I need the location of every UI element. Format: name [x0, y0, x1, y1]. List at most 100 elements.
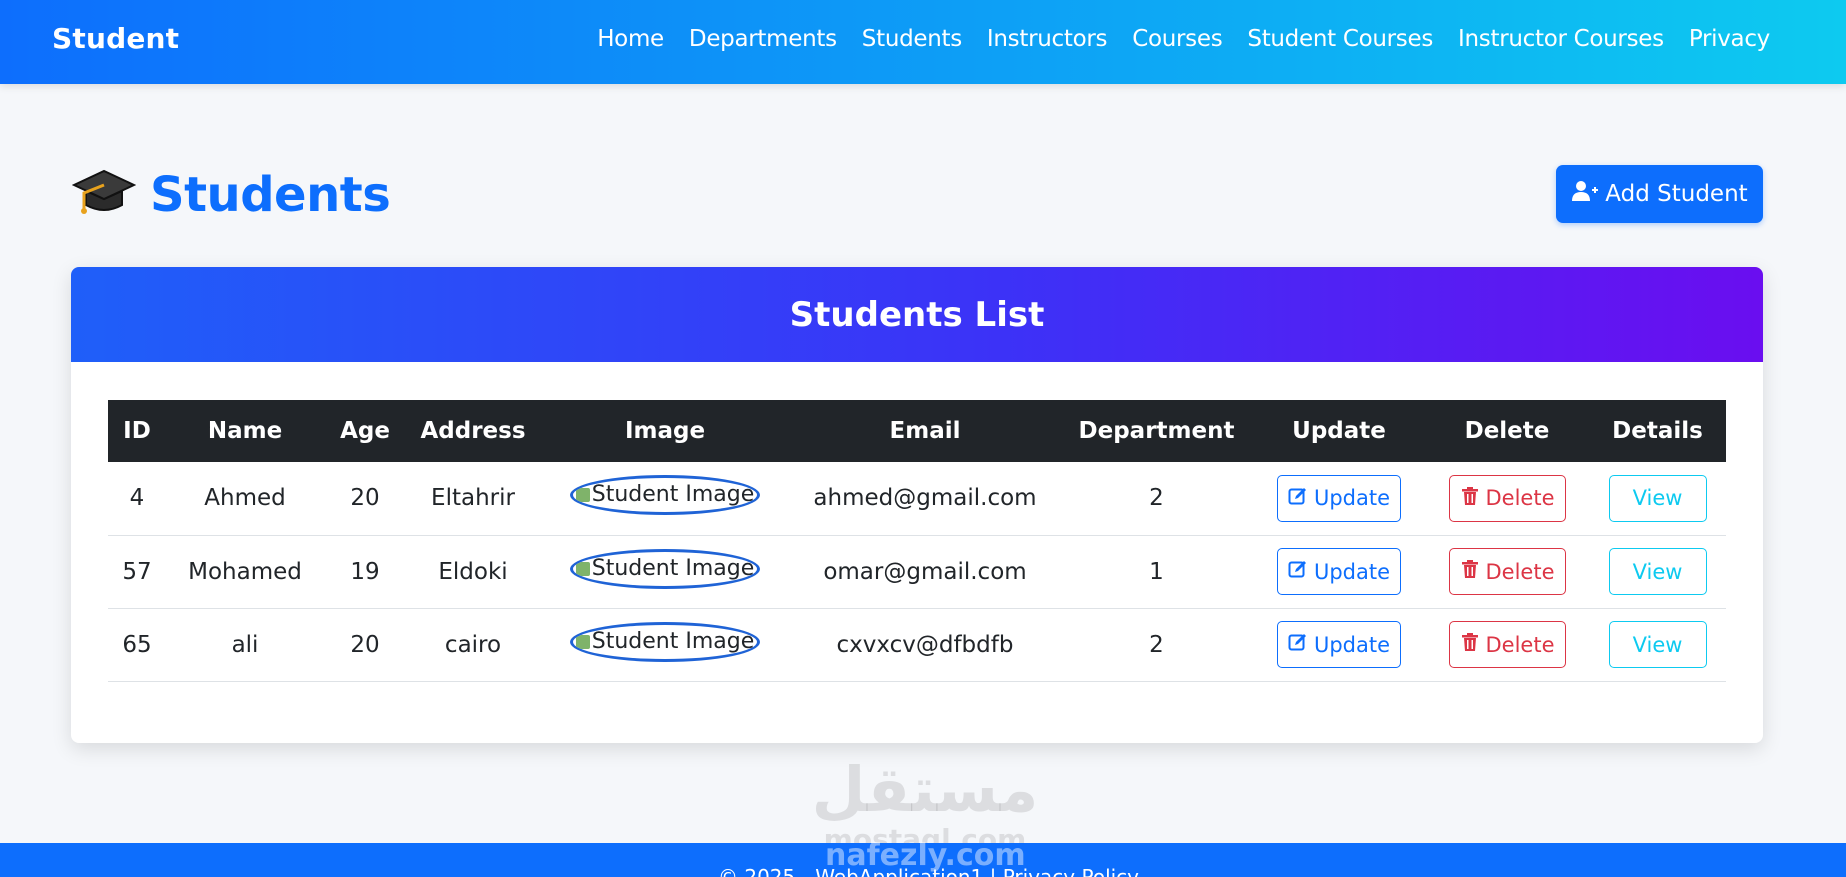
broken-image-icon [575, 488, 590, 503]
user-plus-icon [1571, 179, 1599, 209]
edit-icon [1288, 632, 1308, 657]
nav-link-instructor-courses[interactable]: Instructor Courses [1458, 26, 1664, 52]
cell-image: Student Image [540, 462, 790, 535]
table-header-row: ID Name Age Address Image Email Departme… [108, 400, 1726, 462]
cell-address: Eldoki [438, 558, 508, 585]
nav-link-home[interactable]: Home [597, 26, 664, 52]
cell-age: 20 [350, 485, 380, 512]
col-header-email: Email [889, 418, 961, 444]
nav-link-student-courses[interactable]: Student Courses [1247, 26, 1433, 52]
cell-update: Update [1253, 535, 1425, 608]
delete-button[interactable]: Delete [1448, 621, 1566, 668]
col-header-delete: Delete [1464, 418, 1550, 444]
cell-delete: Delete [1425, 462, 1589, 535]
add-student-button[interactable]: Add Student [1556, 165, 1763, 223]
cell-email: omar@gmail.com [823, 558, 1027, 585]
table-row: 65 ali 20 cairo Student Image cxvxcv@dfb… [108, 608, 1726, 681]
cell-details: View [1589, 608, 1726, 681]
delete-button[interactable]: Delete [1448, 548, 1566, 595]
delete-button[interactable]: Delete [1448, 474, 1566, 522]
cell-id: 4 [129, 485, 145, 512]
cell-name: Ahmed [204, 485, 286, 512]
trash-icon [1460, 559, 1480, 584]
col-header-id: ID [123, 418, 151, 444]
view-button[interactable]: View [1608, 548, 1707, 595]
cell-department: 1 [1149, 558, 1164, 585]
cell-address: Eltahrir [431, 485, 515, 512]
update-label: Update [1313, 559, 1391, 584]
student-image-alt: Student Image [591, 555, 755, 581]
cell-image: Student Image [540, 608, 790, 681]
broken-image-icon [575, 561, 590, 576]
top-navbar: Student Home Departments Students Instru… [0, 0, 1846, 84]
watermark: مستقل mostaql.com [800, 755, 1050, 855]
cell-details: View [1589, 462, 1726, 535]
cell-update: Update [1253, 462, 1425, 535]
cell-department: 2 [1149, 485, 1164, 512]
cell-id: 65 [122, 631, 152, 658]
cell-name: Mohamed [188, 558, 302, 585]
add-student-label: Add Student [1605, 181, 1748, 207]
update-button[interactable]: Update [1277, 621, 1401, 668]
update-label: Update [1313, 486, 1391, 511]
footer: © 2025 - WebApplication1 | Privacy Polic… [0, 843, 1846, 877]
update-label: Update [1313, 632, 1391, 657]
page-header: Students [71, 160, 391, 230]
footer-text: © 2025 - WebApplication1 | Privacy Polic… [718, 865, 1139, 877]
cell-delete: Delete [1425, 535, 1589, 608]
student-image-alt: Student Image [591, 482, 755, 508]
table-row: 4 Ahmed 20 Eltahrir Student Image ahmed@… [108, 462, 1726, 535]
delete-label: Delete [1485, 559, 1555, 584]
col-header-update: Update [1292, 418, 1386, 444]
col-header-name: Name [207, 418, 283, 444]
nav-links: Home Departments Students Instructors Co… [572, 26, 1770, 52]
col-header-address: Address [420, 418, 526, 444]
student-image: Student Image [570, 475, 760, 516]
cell-id: 57 [122, 558, 152, 585]
nav-link-instructors[interactable]: Instructors [987, 26, 1108, 52]
col-header-image: Image [624, 418, 706, 444]
view-button[interactable]: View [1608, 474, 1707, 522]
cell-email: cxvxcv@dfbdfb [836, 631, 1014, 658]
nav-link-departments[interactable]: Departments [689, 26, 837, 52]
table-row: 57 Mohamed 19 Eldoki Student Image omar@… [108, 535, 1726, 608]
edit-icon [1288, 486, 1308, 511]
cell-department: 2 [1149, 631, 1164, 658]
cell-name: ali [231, 631, 259, 658]
view-button[interactable]: View [1608, 621, 1707, 668]
cell-update: Update [1253, 608, 1425, 681]
cell-details: View [1589, 535, 1726, 608]
students-table: ID Name Age Address Image Email Departme… [108, 400, 1726, 682]
footer-privacy-link[interactable]: Privacy Policy [1003, 865, 1139, 877]
delete-label: Delete [1485, 486, 1555, 511]
page-title: Students [150, 167, 391, 223]
cell-address: cairo [444, 631, 502, 658]
students-card: Students List ID Name Age Address Image … [71, 267, 1763, 743]
delete-label: Delete [1485, 632, 1555, 657]
student-image: Student Image [570, 548, 760, 589]
watermark-mark: مستقل [811, 753, 1039, 826]
update-button[interactable]: Update [1277, 548, 1401, 595]
cell-delete: Delete [1425, 608, 1589, 681]
footer-copyright: © 2025 - WebApplication1 | [718, 865, 997, 877]
student-image: Student Image [570, 621, 760, 662]
broken-image-icon [575, 634, 590, 649]
trash-icon [1460, 486, 1480, 511]
cell-age: 19 [350, 558, 380, 585]
card-header: Students List [71, 267, 1763, 362]
cell-image: Student Image [540, 535, 790, 608]
cell-email: ahmed@gmail.com [813, 485, 1037, 512]
col-header-details: Details [1612, 418, 1703, 444]
nav-link-courses[interactable]: Courses [1132, 26, 1222, 52]
col-header-department: Department [1078, 418, 1235, 444]
nav-link-students[interactable]: Students [862, 26, 962, 52]
col-header-age: Age [340, 418, 390, 444]
navbar-brand[interactable]: Student [52, 22, 179, 55]
update-button[interactable]: Update [1277, 474, 1401, 522]
nav-link-privacy[interactable]: Privacy [1689, 26, 1770, 52]
edit-icon [1288, 559, 1308, 584]
student-image-alt: Student Image [591, 628, 755, 654]
graduation-cap-icon [71, 163, 150, 227]
trash-icon [1460, 632, 1480, 657]
cell-age: 20 [350, 631, 380, 658]
